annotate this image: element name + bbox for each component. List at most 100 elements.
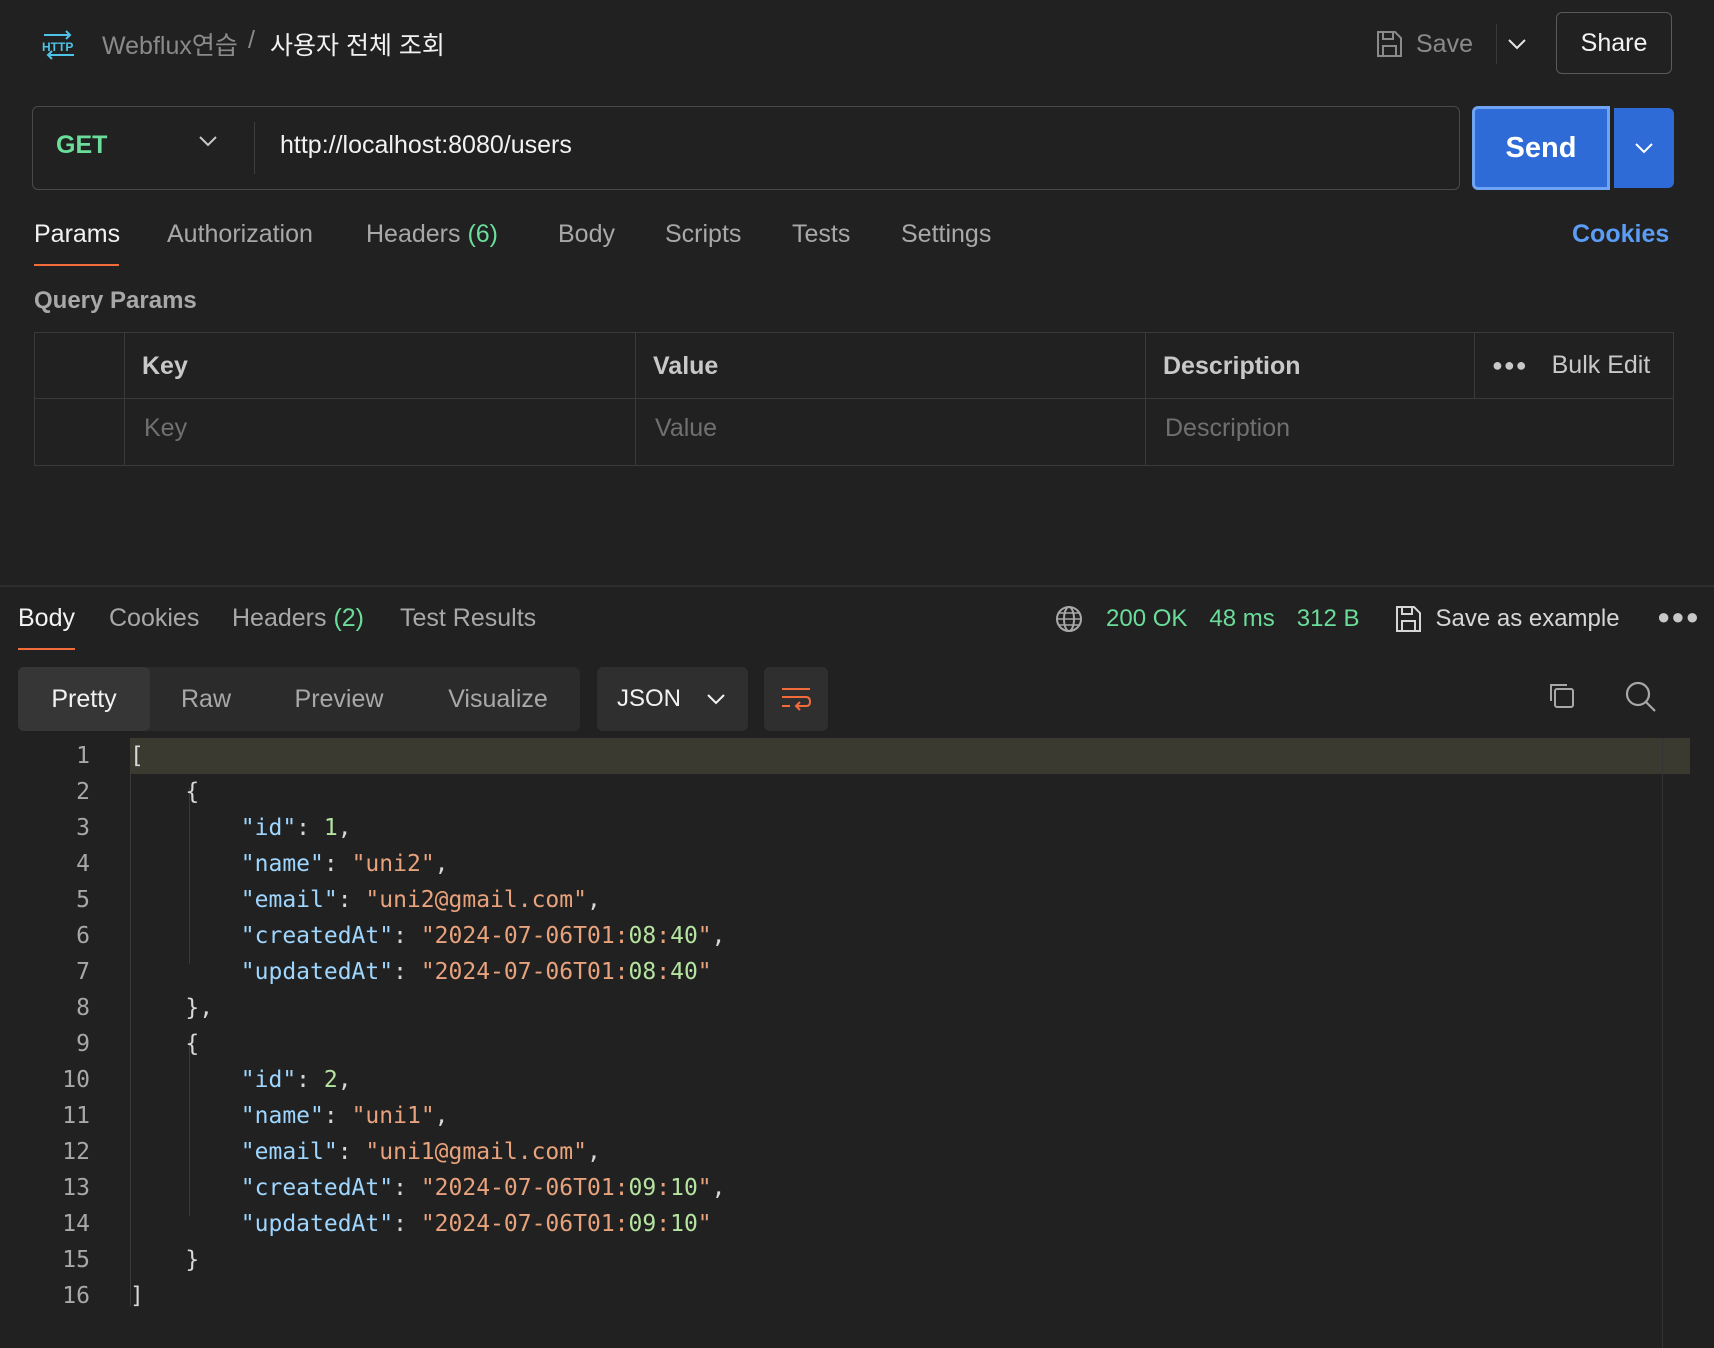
code-line: "email": "uni2@gmail.com", xyxy=(240,887,601,913)
save-label: Save xyxy=(1416,29,1473,58)
more-options-icon[interactable]: ●●● xyxy=(1657,604,1700,630)
params-header-description: Description xyxy=(1163,352,1301,380)
code-line: "name": "uni2", xyxy=(240,851,449,877)
active-tab-indicator xyxy=(18,648,75,650)
line-number: 8 xyxy=(76,995,90,1021)
save-as-example-label: Save as example xyxy=(1435,605,1620,632)
line-number: 9 xyxy=(76,1031,90,1057)
line-number: 14 xyxy=(62,1211,90,1237)
code-line: ] xyxy=(130,1283,144,1309)
code-line: { xyxy=(130,779,200,805)
query-params-title: Query Params xyxy=(34,287,197,314)
code-line: "createdAt": "2024-07-06T01:08:40", xyxy=(240,923,726,949)
view-raw[interactable]: Raw xyxy=(150,667,262,731)
breadcrumb-collection[interactable]: Webflux연습 xyxy=(102,26,238,62)
response-tab-test-results[interactable]: Test Results xyxy=(400,604,536,633)
current-line-highlight xyxy=(130,738,1690,774)
format-select[interactable]: JSON xyxy=(597,667,748,731)
response-time[interactable]: 48 ms xyxy=(1209,605,1274,633)
code-line: "email": "uni1@gmail.com", xyxy=(240,1139,601,1165)
param-description-input[interactable]: Description xyxy=(1165,414,1290,443)
response-size[interactable]: 312 B xyxy=(1297,605,1360,633)
code-line: } xyxy=(130,1247,200,1273)
line-number: 7 xyxy=(76,959,90,985)
code-line: "updatedAt": "2024-07-06T01:08:40" xyxy=(240,959,712,985)
line-number: 4 xyxy=(76,851,90,877)
line-number: 1 xyxy=(76,743,90,769)
tab-scripts[interactable]: Scripts xyxy=(665,220,741,249)
code-line: { xyxy=(130,1031,200,1057)
wrap-icon xyxy=(782,688,812,711)
url-divider xyxy=(254,122,255,174)
params-col-divider xyxy=(1145,332,1146,466)
view-mode-selector: Pretty Raw Preview Visualize xyxy=(18,667,580,731)
line-number: 6 xyxy=(76,923,90,949)
line-number: 5 xyxy=(76,887,90,913)
chevron-down-icon xyxy=(1635,143,1653,154)
view-visualize[interactable]: Visualize xyxy=(416,667,580,731)
line-number: 3 xyxy=(76,815,90,841)
code-line: "id": 2, xyxy=(240,1067,352,1093)
save-button[interactable]: Save xyxy=(1374,22,1473,66)
tab-params[interactable]: Params xyxy=(34,220,120,249)
response-body-editor[interactable]: 1 [2 {3 "id": 1, 4 "name": "uni2", 5 "email… xyxy=(0,738,1714,1348)
save-icon xyxy=(1377,31,1402,57)
more-options-icon[interactable]: ●●● xyxy=(1492,355,1528,376)
line-number: 10 xyxy=(62,1067,90,1093)
chevron-down-icon[interactable] xyxy=(198,134,218,152)
svg-text:HTTP: HTTP xyxy=(42,40,73,54)
tab-headers[interactable]: Headers (6) xyxy=(366,220,498,249)
params-header-key: Key xyxy=(142,352,188,380)
response-pane-divider[interactable] xyxy=(0,585,1714,587)
status-code[interactable]: 200 OK xyxy=(1106,605,1187,633)
request-title[interactable]: 사용자 전체 조회 xyxy=(270,26,445,62)
tab-headers-label: Headers xyxy=(366,220,461,248)
url-bar xyxy=(32,106,1460,190)
tab-tests[interactable]: Tests xyxy=(792,220,850,249)
format-label: JSON xyxy=(617,685,682,712)
tab-authorization[interactable]: Authorization xyxy=(167,220,313,249)
view-preview[interactable]: Preview xyxy=(262,667,416,731)
scrollbar-track[interactable] xyxy=(1662,738,1663,1348)
globe-icon[interactable] xyxy=(1054,604,1084,634)
send-options-button[interactable] xyxy=(1614,108,1674,188)
params-col-divider xyxy=(124,332,125,466)
url-input[interactable]: http://localhost:8080/users xyxy=(280,131,572,160)
cookies-link[interactable]: Cookies xyxy=(1572,220,1669,249)
response-tab-headers-label: Headers xyxy=(232,604,327,632)
save-options-button[interactable] xyxy=(1496,24,1537,64)
share-button[interactable]: Share xyxy=(1556,12,1672,74)
tab-headers-count: (6) xyxy=(467,220,499,248)
param-value-input[interactable]: Value xyxy=(655,414,717,443)
param-key-input[interactable]: Key xyxy=(144,414,187,443)
code-line: "updatedAt": "2024-07-06T01:09:10" xyxy=(240,1211,712,1237)
params-col-divider xyxy=(1474,332,1475,398)
wrap-lines-button[interactable] xyxy=(764,667,828,731)
save-as-example-button[interactable]: Save as example xyxy=(1393,604,1620,634)
line-number: 12 xyxy=(62,1139,90,1165)
chevron-down-icon xyxy=(707,694,725,705)
code-line: [ xyxy=(130,743,144,769)
code-line: "createdAt": "2024-07-06T01:09:10", xyxy=(240,1175,726,1201)
copy-icon[interactable] xyxy=(1546,680,1578,717)
params-header-value: Value xyxy=(653,352,719,380)
view-pretty[interactable]: Pretty xyxy=(18,667,150,731)
tab-settings[interactable]: Settings xyxy=(901,220,991,249)
bulk-edit-link[interactable]: Bulk Edit xyxy=(1552,351,1651,380)
save-icon xyxy=(1396,606,1422,632)
send-button[interactable]: Send xyxy=(1472,106,1610,190)
http-icon: HTTP xyxy=(40,30,78,60)
params-col-divider xyxy=(635,332,636,466)
search-icon[interactable] xyxy=(1624,680,1658,719)
response-tab-cookies[interactable]: Cookies xyxy=(109,604,199,633)
tab-body[interactable]: Body xyxy=(558,220,615,249)
code-line: "name": "uni1", xyxy=(240,1103,449,1129)
response-tab-body[interactable]: Body xyxy=(18,604,75,633)
code-line: "id": 1, xyxy=(240,815,352,841)
code-line: }, xyxy=(130,995,214,1021)
bulk-edit[interactable]: ●●● Bulk Edit xyxy=(1492,351,1650,380)
method-select[interactable]: GET xyxy=(56,131,107,160)
line-number: 16 xyxy=(62,1283,90,1309)
response-tab-headers[interactable]: Headers (2) xyxy=(232,604,364,633)
active-tab-indicator xyxy=(34,264,119,266)
